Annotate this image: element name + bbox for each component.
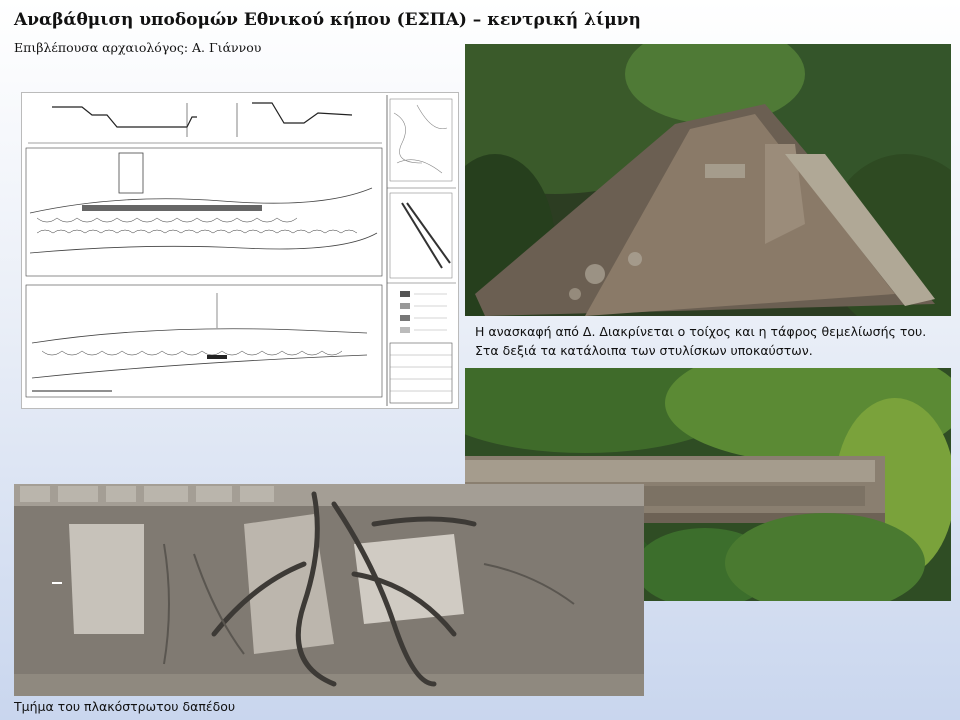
slide-title: Αναβάθμιση υποδομών Εθνικού κήπου (ΕΣΠΑ)… <box>14 10 641 30</box>
photo-caption-line-2: Στα δεξιά τα κατάλοιπα των στυλίσκων υπο… <box>475 343 813 358</box>
paved-floor-photo <box>14 484 644 696</box>
slide-subtitle: Επιβλέπουσα αρχαιολόγος: Α. Γιάννου <box>14 40 262 55</box>
excavation-plan-drawing <box>21 92 459 409</box>
photo-caption-line-1: Η ανασκαφή από Δ. Διακρίνεται ο τοίχος κ… <box>475 324 927 339</box>
floor-photo-caption: Τμήμα του πλακόστρωτου δαπέδου <box>14 699 236 714</box>
excavation-photo-west <box>465 44 951 316</box>
